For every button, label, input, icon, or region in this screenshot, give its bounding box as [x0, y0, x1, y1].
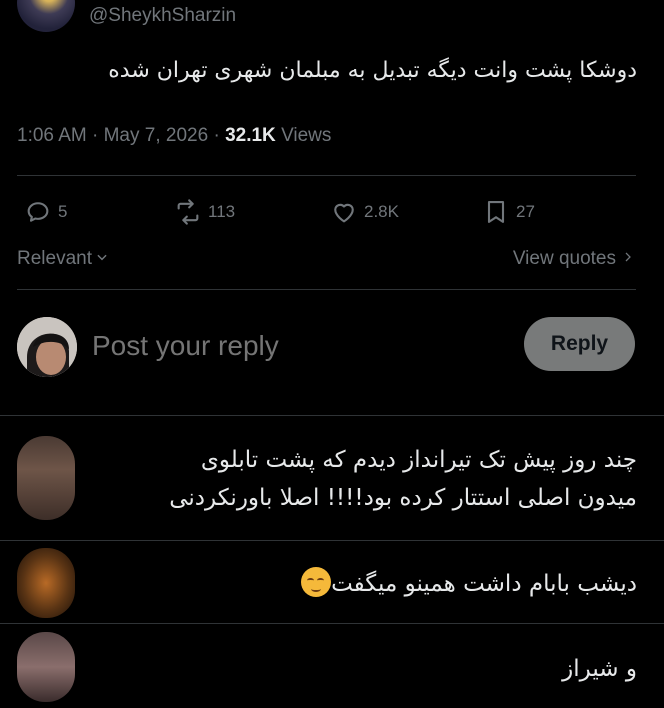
- reply-avatar[interactable]: [17, 632, 75, 702]
- reply-avatar[interactable]: [17, 548, 75, 618]
- like-count: 2.8K: [364, 202, 399, 221]
- sort-dropdown[interactable]: Relevant: [17, 248, 109, 270]
- sort-label: Relevant: [17, 248, 92, 269]
- repost-count: 113: [208, 202, 236, 221]
- heart-icon: [330, 198, 358, 226]
- reply-text: دیشب بابام داشت همینو میگفت: [331, 571, 637, 597]
- bookmark-icon: [482, 198, 510, 226]
- bookmark-count: 27: [516, 202, 535, 221]
- chevron-down-icon: [95, 248, 109, 270]
- reply-input[interactable]: [92, 330, 492, 362]
- divider: [17, 175, 636, 176]
- view-quotes-label: View quotes: [512, 248, 616, 269]
- reply-item: چند روز پیش تک تیرانداز دیدم که پشت تابل…: [169, 441, 637, 517]
- reply-item: دیشب بابام داشت همینو میگفت: [301, 565, 637, 603]
- author-avatar[interactable]: [17, 0, 75, 32]
- reply-text: و شیراز: [562, 656, 637, 682]
- views-count: 32.1K: [225, 125, 276, 146]
- divider: [0, 623, 664, 624]
- reply-avatar[interactable]: [17, 436, 75, 520]
- bookmark-action[interactable]: 27: [482, 198, 535, 226]
- like-action[interactable]: 2.8K: [330, 198, 399, 226]
- reply-count: 5: [58, 202, 68, 221]
- reply-action[interactable]: 5: [24, 198, 67, 226]
- tweet-meta: 1:06 AM · May 7, 2026 · 32.1K Views: [17, 125, 331, 147]
- view-quotes-link[interactable]: View quotes: [513, 248, 634, 270]
- reply-text-line: چند روز پیش تک تیرانداز دیدم که پشت تابل…: [200, 447, 637, 473]
- views-label: Views: [281, 125, 332, 146]
- reply-button[interactable]: Reply: [524, 317, 635, 371]
- chevron-right-icon: [622, 248, 634, 270]
- tweet-time[interactable]: 1:06 AM: [17, 125, 87, 146]
- divider: [17, 289, 636, 290]
- author-handle[interactable]: @SheykhSharzin: [89, 5, 236, 27]
- tweet-text: دوشکا پشت وانت دیگه تبدیل به مبلمان شهری…: [108, 58, 637, 83]
- repost-icon: [174, 198, 202, 226]
- reply-text-line: میدون اصلی استتار کرده بود!!!! اصلا باور…: [169, 485, 637, 511]
- reply-icon: [24, 198, 52, 226]
- meta-separator: ·: [92, 125, 99, 146]
- divider: [0, 415, 664, 416]
- relieved-face-emoji-icon: [301, 567, 332, 597]
- repost-action[interactable]: 113: [174, 198, 235, 226]
- tweet-date[interactable]: May 7, 2026: [104, 125, 209, 146]
- divider: [0, 540, 664, 541]
- reply-item: و شیراز: [562, 650, 637, 688]
- current-user-avatar[interactable]: [17, 317, 77, 377]
- meta-separator: ·: [213, 125, 220, 146]
